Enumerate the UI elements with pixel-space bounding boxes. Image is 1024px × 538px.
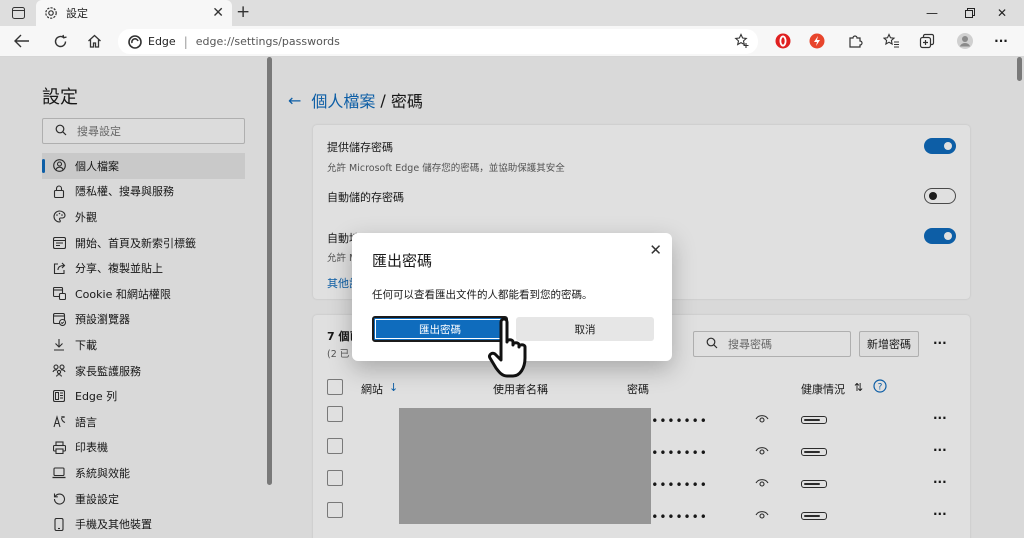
dialog-message: 任何可以查看匯出文件的人都能看到您的密碼。: [372, 289, 593, 301]
hand-cursor-icon: [488, 317, 527, 378]
url-text: edge://settings/passwords: [195, 35, 340, 48]
gear-icon: [44, 6, 58, 20]
title-bar: 設定 ✕ + — ✕: [0, 0, 1024, 26]
tab-actions-icon[interactable]: [10, 5, 26, 21]
dialog-title: 匯出密碼: [372, 252, 433, 270]
close-window-button[interactable]: ✕: [982, 0, 1022, 26]
extensions-icon[interactable]: [846, 32, 864, 50]
tab-close-icon[interactable]: ✕: [212, 5, 224, 21]
tab-settings[interactable]: 設定 ✕: [36, 0, 232, 26]
dialog-close-icon[interactable]: ✕: [649, 241, 662, 259]
address-bar[interactable]: Edge | edge://settings/passwords: [118, 29, 758, 54]
address-toolbar: Edge | edge://settings/passwords ···: [0, 26, 1024, 57]
home-button[interactable]: [84, 31, 104, 51]
tab-title: 設定: [66, 7, 88, 20]
favorites-icon[interactable]: [882, 32, 900, 50]
avatar[interactable]: [956, 32, 974, 50]
edge-logo-icon: [128, 34, 142, 49]
new-tab-button[interactable]: +: [236, 4, 250, 21]
opera-extension-icon[interactable]: [774, 32, 792, 50]
minimize-button[interactable]: —: [912, 0, 952, 26]
url-site-label: Edge: [148, 35, 176, 48]
url-separator: |: [183, 34, 188, 49]
back-button[interactable]: [12, 31, 32, 51]
settings-more-button[interactable]: ···: [992, 32, 1010, 50]
refresh-button[interactable]: [50, 31, 70, 51]
add-favorite-icon[interactable]: [734, 33, 750, 52]
security-extension-icon[interactable]: [808, 32, 826, 50]
collections-icon[interactable]: [918, 32, 936, 50]
